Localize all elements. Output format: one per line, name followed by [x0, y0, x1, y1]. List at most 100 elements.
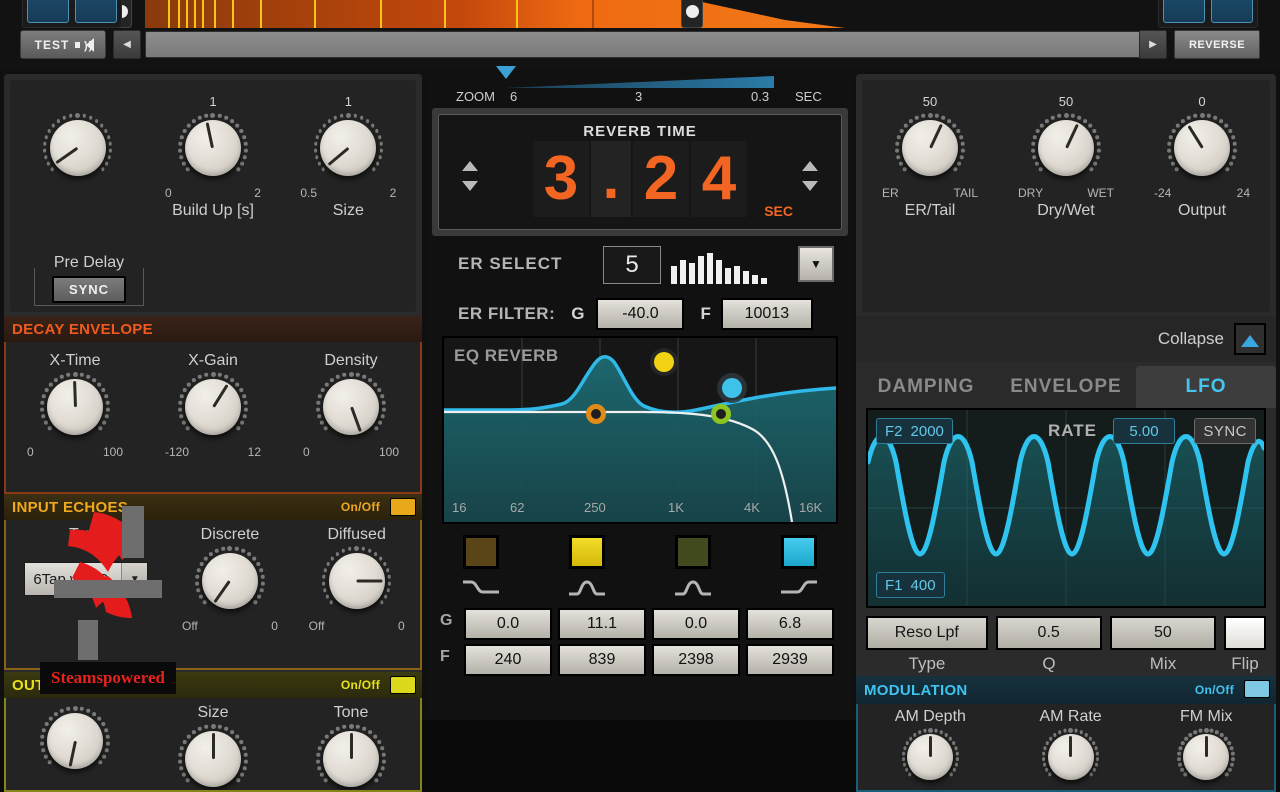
low-shelf-icon[interactable]: [461, 578, 501, 598]
eq-gain-3[interactable]: 0.0: [652, 608, 740, 640]
right-panel: 50 ER TAIL ER/Tail 50 DRY WET Dry/Wet 0 …: [856, 74, 1276, 792]
reverb-digit-2[interactable]: 4: [691, 141, 747, 217]
eq-band-toggle-1[interactable]: [463, 535, 499, 569]
reso-type-field[interactable]: Reso Lpf: [866, 616, 988, 650]
knob-x-gain[interactable]: X-Gain -120 12: [165, 350, 261, 459]
er-select-value[interactable]: 5: [603, 246, 661, 284]
collapse-button[interactable]: [1234, 323, 1266, 355]
reverb-digit-0[interactable]: 3: [533, 141, 589, 217]
reverb-digit-dot: .: [591, 141, 631, 217]
knob-pointer: [211, 733, 215, 759]
output-echoes-row: Size Tone: [6, 702, 420, 790]
knob-output-size[interactable]: Size: [176, 702, 250, 790]
tab-lfo[interactable]: LFO: [1136, 366, 1276, 408]
eq-gain-1[interactable]: 0.0: [464, 608, 552, 640]
reverse-button[interactable]: REVERSE: [1174, 30, 1260, 59]
knob-range: Off 0: [309, 619, 405, 633]
knob-dial: [893, 111, 967, 185]
scroll-right-button[interactable]: ▶: [1139, 30, 1167, 59]
test-button-label: TEST: [34, 37, 70, 52]
eq-freq-3[interactable]: 2398: [652, 644, 740, 676]
lfo-f2-field[interactable]: F2 2000: [876, 418, 953, 444]
zoom-track[interactable]: [506, 76, 774, 88]
preset-slot-2[interactable]: [75, 0, 117, 23]
reso-mix-label: Mix: [1149, 654, 1177, 673]
eq-gain-4[interactable]: 6.8: [746, 608, 834, 640]
knob-top-value: 1: [344, 94, 352, 109]
knob-output-echo-1[interactable]: [38, 702, 112, 790]
preset-slot-1[interactable]: [27, 0, 69, 23]
eq-freq-4[interactable]: 2939: [746, 644, 834, 676]
eq-band-toggle-4[interactable]: [781, 535, 817, 569]
eq-gain-2[interactable]: 11.1: [558, 608, 646, 640]
knob-range: 0 100: [303, 445, 399, 459]
bell-icon[interactable]: [567, 578, 607, 598]
knob-am-rate[interactable]: AM Rate: [1039, 706, 1102, 788]
input-echoes-led[interactable]: [390, 498, 416, 516]
knob-fm-mix[interactable]: FM Mix: [1175, 706, 1237, 788]
eq-node-band-2[interactable]: [654, 352, 674, 372]
modulation-onoff-label: On/Off: [1194, 683, 1234, 697]
preset-slot-4[interactable]: [1211, 0, 1253, 23]
knob-am-depth[interactable]: AM Depth: [895, 706, 966, 788]
knob-dial: [176, 111, 250, 185]
scroll-left-button[interactable]: ◀: [113, 30, 141, 59]
waveform-display[interactable]: [145, 0, 1145, 28]
preset-slot-group-left: [22, 0, 122, 28]
reso-q-field[interactable]: 0.5: [995, 616, 1102, 650]
eq-reverb-graph[interactable]: EQ REVERB 16 62 250 1K 4K 16K: [442, 336, 838, 524]
test-button[interactable]: TEST )): [20, 30, 106, 59]
knob-er-tail[interactable]: 50 ER TAIL ER/Tail: [882, 94, 978, 220]
er-select-row: ER SELECT 5 ▼: [428, 238, 852, 292]
output-echoes-led[interactable]: [390, 676, 416, 694]
lfo-f1-field[interactable]: F1 400: [876, 572, 945, 598]
eq-freq-2[interactable]: 839: [558, 644, 646, 676]
tab-damping[interactable]: DAMPING: [856, 366, 996, 408]
modulation-led[interactable]: [1244, 680, 1270, 698]
eq-reverb-title: EQ REVERB: [454, 346, 559, 365]
eq-band-toggle-3[interactable]: [675, 535, 711, 569]
knob-pointer: [928, 736, 932, 757]
knob-diffused[interactable]: Diffused Off 0: [309, 524, 405, 633]
preset-slot-3[interactable]: [1163, 0, 1205, 23]
modulation-header: MODULATION On/Off: [856, 676, 1276, 704]
knob-build-up[interactable]: 1 0 2 Build Up [s]: [165, 94, 261, 220]
er-filter-g-field[interactable]: -40.0: [596, 298, 685, 330]
modulation-title: MODULATION: [864, 681, 968, 699]
knob-size[interactable]: 1 0.5 2 Size: [300, 94, 396, 220]
lfo-graph[interactable]: F2 2000 RATE 5.00 SYNC F1 400: [866, 408, 1266, 608]
eq-node-band-1[interactable]: [586, 404, 606, 424]
high-shelf-icon[interactable]: [779, 578, 819, 598]
reso-flip-toggle[interactable]: [1224, 616, 1266, 650]
waveform-end-handle[interactable]: [681, 0, 703, 28]
knob-pre-delay[interactable]: [30, 94, 126, 220]
zoom-handle[interactable]: [496, 66, 516, 89]
knob-discrete[interactable]: Discrete Off 0: [182, 524, 278, 633]
knob-output[interactable]: 0 -24 24 Output: [1154, 94, 1250, 220]
eq-node-band-4[interactable]: [722, 378, 742, 398]
waveform-scrollbar[interactable]: [145, 31, 1145, 58]
eq-freq-1[interactable]: 240: [464, 644, 552, 676]
er-filter-row: ER FILTER: G -40.0 F 10013: [428, 292, 852, 336]
pre-delay-sync-button[interactable]: SYNC: [52, 276, 126, 303]
bell-icon[interactable]: [673, 578, 713, 598]
lfo-sync-label: SYNC: [1203, 422, 1247, 440]
knob-x-time[interactable]: X-Time 0 100: [27, 350, 123, 459]
lfo-rate-value[interactable]: 5.00: [1113, 418, 1175, 444]
eq-node-band-3[interactable]: [711, 404, 731, 424]
knob-density[interactable]: Density 0 100: [303, 350, 399, 459]
lfo-f2-label: F2: [885, 422, 903, 440]
reso-mix-field[interactable]: 50: [1109, 616, 1216, 650]
lfo-sync-button[interactable]: SYNC: [1194, 418, 1256, 444]
knob-label: AM Depth: [894, 708, 966, 725]
er-filter-f-field[interactable]: 10013: [720, 298, 813, 330]
knob-output-tone[interactable]: Tone: [314, 702, 388, 790]
reverb-digit-1[interactable]: 2: [633, 141, 689, 217]
right-arrow-icon: ▶: [1149, 39, 1157, 50]
zoom-slider-row[interactable]: ZOOM 6 3 0.3 SEC: [428, 66, 852, 108]
tab-envelope[interactable]: ENVELOPE: [996, 366, 1136, 408]
knob-dry-wet[interactable]: 50 DRY WET Dry/Wet: [1018, 94, 1114, 220]
knob-max: WET: [1087, 186, 1114, 200]
eq-band-toggle-2[interactable]: [569, 535, 605, 569]
er-select-dropdown[interactable]: ▼: [798, 246, 834, 282]
